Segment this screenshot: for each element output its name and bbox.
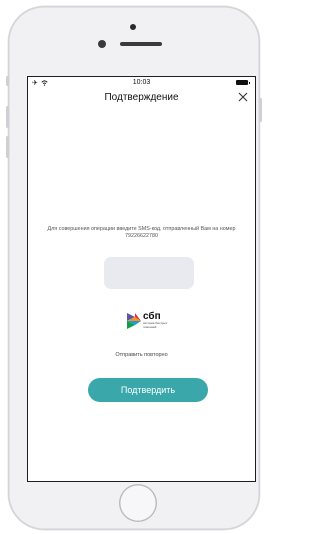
sbp-subtitle: система быстрых платежей: [143, 321, 168, 329]
close-button[interactable]: [236, 90, 250, 104]
earpiece-speaker: [120, 42, 162, 46]
front-camera: [98, 40, 106, 48]
phone-screen: ✈ 10:03 Подтверждение Для совершения опе…: [27, 76, 256, 482]
volume-down-button: [6, 136, 9, 158]
home-button[interactable]: [119, 484, 157, 522]
sbp-text: сбп система быстрых платежей: [143, 312, 171, 329]
sensor-dot: [130, 24, 136, 30]
sms-instruction-text: Для совершения операции введите SMS-код,…: [47, 226, 236, 239]
page-title: Подтверждение: [104, 92, 179, 103]
power-button: [259, 98, 262, 122]
battery-icon: [236, 80, 250, 85]
mute-switch: [6, 76, 9, 86]
resend-link[interactable]: Отправить повторно: [27, 352, 256, 358]
status-time: 10:03: [132, 79, 151, 86]
sms-code-input[interactable]: [104, 257, 194, 289]
close-icon: [238, 92, 248, 102]
confirm-button[interactable]: Подтвердить: [88, 378, 208, 402]
sbp-arrow-icon: [127, 312, 141, 329]
volume-up-button: [6, 106, 9, 128]
sbp-logo: сбп система быстрых платежей: [127, 312, 171, 329]
phone-frame: ✈ 10:03 Подтверждение Для совершения опе…: [6, 6, 262, 530]
status-bar: ✈ 10:03: [27, 76, 256, 90]
